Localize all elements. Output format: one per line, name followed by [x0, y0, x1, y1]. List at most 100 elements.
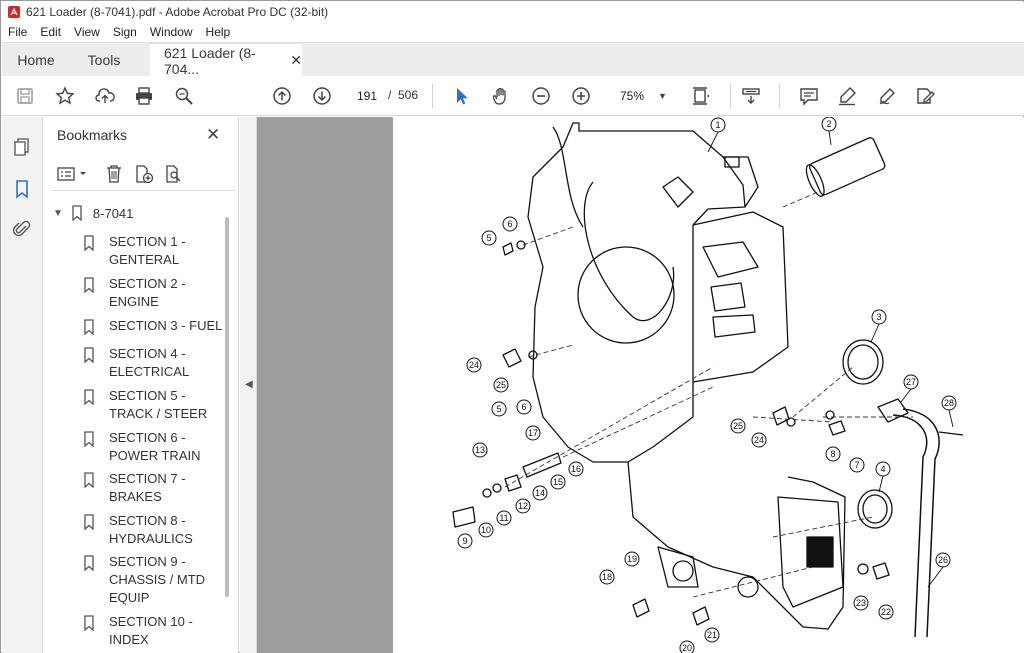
bookmark-root-label: 8-7041: [92, 205, 134, 221]
bookmarks-panel-icon[interactable]: [10, 177, 34, 201]
print-icon[interactable]: [132, 84, 156, 108]
cloud-upload-icon[interactable]: [93, 84, 117, 108]
page-fit-icon[interactable]: [689, 84, 713, 108]
bookmark-icon: [84, 319, 94, 335]
bookmark-item[interactable]: SECTION 10 - INDEX: [83, 613, 223, 649]
comment-icon[interactable]: [797, 84, 821, 108]
svg-text:20: 20: [682, 643, 692, 653]
toolbar-divider: [779, 84, 780, 108]
bookmark-item[interactable]: SECTION 7 - BRAKES: [83, 470, 223, 506]
save-icon[interactable]: [13, 84, 37, 108]
chevron-down-icon: ▼: [658, 91, 667, 101]
navigation-rail: [2, 117, 43, 653]
toolbar-divider: [730, 84, 731, 108]
search-zoom-icon[interactable]: [172, 84, 196, 108]
bookmark-item[interactable]: SECTION 9 - CHASSIS / MTD EQUIP: [83, 553, 223, 607]
zoom-in-icon[interactable]: [569, 84, 593, 108]
bookmark-label: SECTION 10 - INDEX: [109, 614, 193, 647]
svg-text:26: 26: [938, 555, 948, 565]
title-bar: 621 Loader (8-7041).pdf - Adobe Acrobat …: [2, 2, 1024, 22]
panel-collapse-handle[interactable]: ◀: [240, 117, 257, 653]
svg-text:9: 9: [462, 536, 467, 546]
bookmark-root[interactable]: ▼ 8-7041: [53, 203, 133, 223]
bookmarks-panel: Bookmarks ✕ ▼ 8-7041 SECTION 1 - GENTERA…: [43, 117, 239, 653]
svg-text:15: 15: [553, 477, 563, 487]
bookmark-label: SECTION 7 - BRAKES: [109, 471, 186, 504]
close-tab-icon[interactable]: ✕: [290, 52, 302, 69]
hand-tool-icon[interactable]: [489, 84, 513, 108]
chevron-down-icon[interactable]: ▼: [53, 208, 63, 219]
svg-text:6: 6: [521, 402, 526, 412]
bookmark-options-icon[interactable]: [55, 163, 91, 185]
find-bookmark-icon[interactable]: [163, 163, 185, 185]
svg-text:14: 14: [535, 488, 545, 498]
bookmark-item[interactable]: SECTION 2 - ENGINE: [83, 275, 223, 311]
window-title: 621 Loader (8-7041).pdf - Adobe Acrobat …: [26, 5, 329, 19]
app-window: 621 Loader (8-7041).pdf - Adobe Acrobat …: [0, 0, 1024, 653]
bookmark-icon: [84, 347, 94, 363]
zoom-level-select[interactable]: 75% ▼: [608, 85, 670, 107]
chevron-left-icon[interactable]: ◀: [245, 379, 253, 390]
bookmark-item[interactable]: SECTION 5 - TRACK / STEER: [83, 387, 223, 423]
menu-file[interactable]: File: [8, 25, 27, 39]
svg-text:24: 24: [754, 435, 764, 445]
document-view[interactable]: 1 2 3 4 5 6 5 6 7 8 9 10 11 12 13 14 15: [257, 117, 1024, 653]
svg-text:19: 19: [627, 554, 637, 564]
page-thumbnails-icon[interactable]: [10, 135, 34, 159]
pdf-page: 1 2 3 4 5 6 5 6 7 8 9 10 11 12 13 14 15: [393, 117, 1024, 653]
bookmark-icon: [84, 514, 94, 530]
tab-document[interactable]: 621 Loader (8-704... ✕: [150, 43, 302, 77]
bookmark-item[interactable]: SECTION 1 - GENTERAL: [83, 233, 223, 269]
bookmark-item[interactable]: SECTION 8 - HYDRAULICS: [83, 512, 223, 548]
svg-text:17: 17: [528, 428, 538, 438]
scroll-mode-icon[interactable]: [739, 84, 763, 108]
bookmark-label: SECTION 3 - FUEL: [109, 318, 223, 333]
page-separator: /: [388, 88, 392, 102]
bookmark-icon: [84, 555, 94, 571]
page-number-input[interactable]: 191: [351, 85, 383, 107]
tab-home[interactable]: Home: [2, 43, 70, 77]
bookmark-label: SECTION 6 - POWER TRAIN: [109, 430, 201, 463]
page-gutter: [257, 117, 393, 653]
new-bookmark-icon[interactable]: [133, 163, 155, 185]
bookmark-item[interactable]: SECTION 6 - POWER TRAIN: [83, 429, 223, 465]
delete-bookmark-icon[interactable]: [103, 163, 125, 185]
page-total: 506: [398, 88, 419, 102]
menu-help[interactable]: Help: [206, 25, 231, 39]
highlight-pen-icon[interactable]: [835, 84, 859, 108]
svg-text:7: 7: [854, 460, 859, 470]
svg-text:11: 11: [499, 513, 508, 523]
svg-text:25: 25: [733, 421, 743, 431]
svg-text:5: 5: [486, 233, 491, 243]
menu-edit[interactable]: Edit: [40, 25, 61, 39]
bookmarks-scrollbar[interactable]: [225, 217, 229, 597]
bookmark-item[interactable]: SECTION 4 - ELECTRICAL: [83, 345, 223, 381]
svg-text:27: 27: [906, 377, 916, 387]
tab-bar: Home Tools 621 Loader (8-704... ✕: [2, 42, 1024, 77]
previous-page-icon[interactable]: [270, 84, 294, 108]
bookmark-item[interactable]: SECTION 3 - FUEL: [83, 317, 223, 335]
svg-text:8: 8: [830, 449, 835, 459]
svg-text:5: 5: [496, 404, 501, 414]
zoom-level-value: 75%: [620, 89, 645, 103]
bookmark-label: SECTION 4 - ELECTRICAL: [109, 346, 190, 379]
bookmark-label: SECTION 1 - GENTERAL: [109, 234, 186, 267]
close-panel-icon[interactable]: ✕: [206, 125, 220, 145]
svg-text:21: 21: [707, 630, 717, 640]
menu-view[interactable]: View: [74, 25, 100, 39]
select-cursor-icon[interactable]: [450, 84, 474, 108]
star-icon[interactable]: [53, 84, 77, 108]
bookmark-label: SECTION 8 - HYDRAULICS: [109, 513, 193, 546]
main-toolbar: 191 / 506 75% ▼: [2, 76, 1024, 116]
next-page-icon[interactable]: [310, 84, 334, 108]
tab-tools[interactable]: Tools: [70, 43, 138, 77]
fill-sign-icon[interactable]: [913, 84, 937, 108]
bookmarks-toolbar: [51, 157, 235, 191]
zoom-out-icon[interactable]: [529, 84, 553, 108]
svg-text:23: 23: [856, 598, 866, 608]
menu-sign[interactable]: Sign: [113, 25, 137, 39]
menu-window[interactable]: Window: [150, 25, 193, 39]
draw-icon[interactable]: [875, 84, 899, 108]
svg-text:1: 1: [715, 120, 720, 130]
attachments-icon[interactable]: [10, 217, 34, 241]
